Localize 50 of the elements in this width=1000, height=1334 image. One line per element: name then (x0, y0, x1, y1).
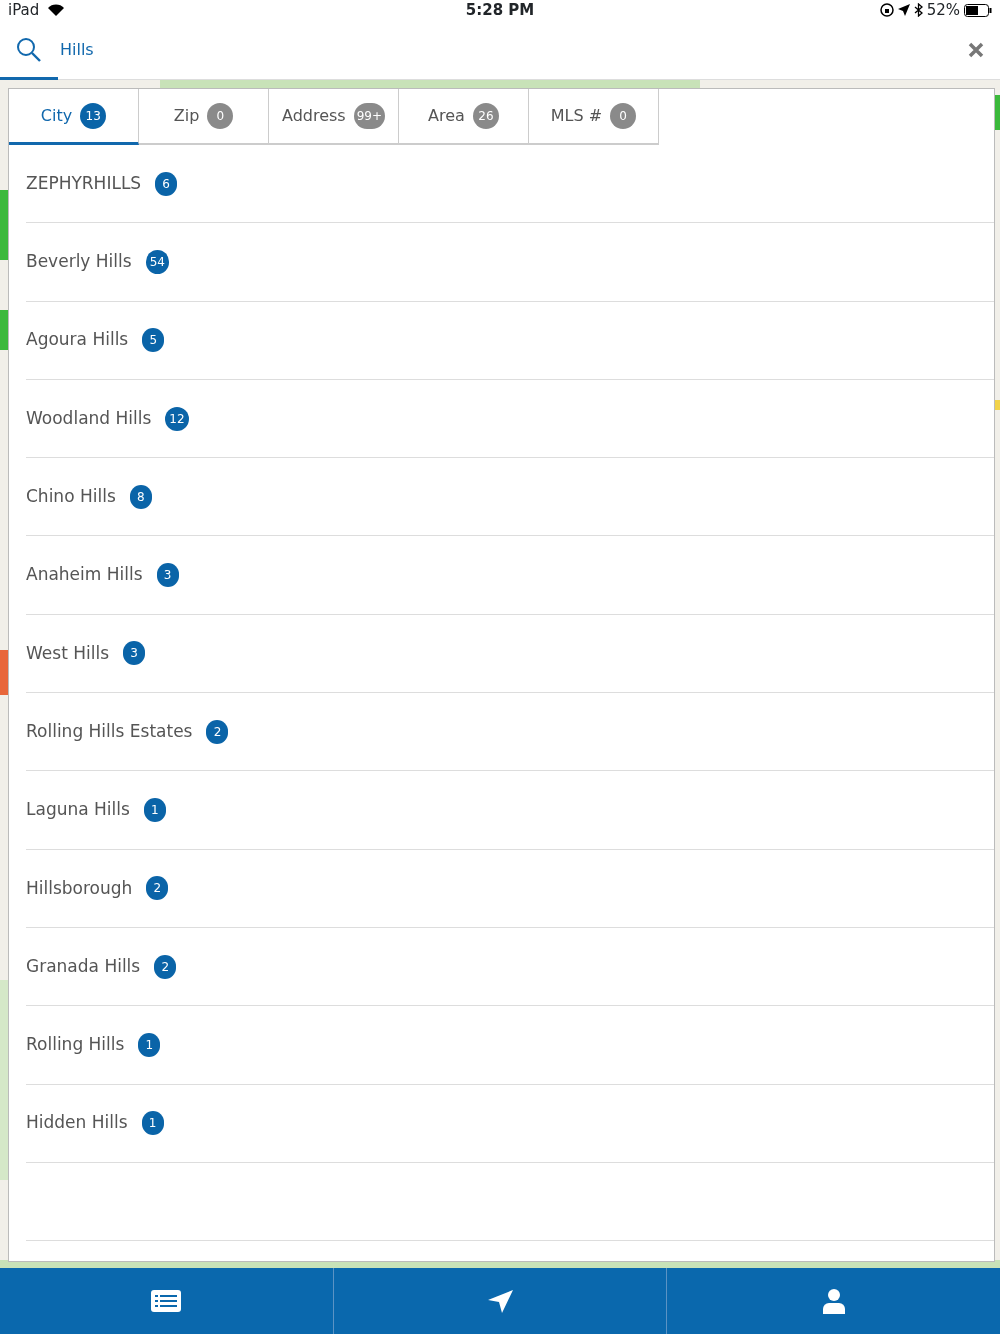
city-name[interactable]: Woodland Hills (26, 405, 152, 432)
city-name[interactable]: ZEPHYRHILLS (26, 170, 142, 197)
search-tab[interactable]: Area 26 (399, 89, 529, 145)
count-badge: 99+ (353, 103, 385, 129)
search-tab[interactable]: Zip 0 (139, 89, 269, 145)
count-badge: 54 (145, 249, 169, 274)
list-icon (150, 1289, 183, 1313)
count-badge: 12 (165, 406, 189, 431)
battery-percent: 52% (926, 0, 960, 21)
lock-rotation-icon (879, 3, 894, 17)
city-name[interactable]: Granada Hills (26, 953, 141, 980)
city-name[interactable]: Rolling Hills (26, 1032, 125, 1058)
close-icon[interactable] (968, 41, 984, 58)
count-badge: 5 (142, 328, 165, 353)
search-tab[interactable]: City 13 (9, 89, 139, 145)
city-name[interactable]: Anaheim Hills (26, 562, 143, 588)
bluetooth-icon (913, 3, 923, 17)
search-tab[interactable]: MLS # 0 (529, 89, 659, 145)
count-badge: 1 (143, 798, 166, 822)
city-name[interactable]: Rolling Hills Estates (26, 718, 193, 745)
search-tab[interactable]: Address 99+ (269, 89, 399, 145)
count-badge: 1 (138, 1032, 161, 1057)
location-arrow-icon (897, 4, 910, 16)
count-badge: 13 (80, 102, 107, 129)
count-badge: 1 (141, 1111, 164, 1136)
count-badge: 0 (610, 103, 637, 129)
device-name: iPad (8, 0, 40, 21)
count-badge: 2 (146, 876, 169, 901)
count-badge: 2 (206, 719, 229, 744)
count-badge: 3 (156, 563, 179, 588)
city-name[interactable]: Agoura Hills (26, 327, 129, 353)
count-badge: 6 (155, 171, 178, 196)
count-badge: 26 (472, 103, 499, 129)
search-icon (16, 36, 42, 63)
city-name[interactable]: Chino Hills (26, 484, 116, 510)
person-icon (822, 1288, 845, 1314)
city-name[interactable]: Laguna Hills (26, 797, 130, 823)
count-badge: 2 (154, 954, 177, 979)
count-badge: 8 (129, 484, 152, 509)
location-arrow-icon (486, 1288, 514, 1314)
city-name[interactable]: Beverly Hills (26, 249, 132, 275)
count-badge: 3 (123, 641, 145, 666)
search-field[interactable]: Hills (58, 36, 258, 63)
battery-icon (964, 3, 992, 17)
wifi-icon (47, 3, 66, 17)
city-name[interactable]: Hillsborough (26, 875, 133, 902)
clock-time: 5:28 PM (465, 0, 535, 21)
count-badge: 0 (207, 103, 234, 129)
city-name[interactable]: West Hills (26, 640, 109, 667)
city-name[interactable]: Hidden Hills (26, 1110, 128, 1136)
